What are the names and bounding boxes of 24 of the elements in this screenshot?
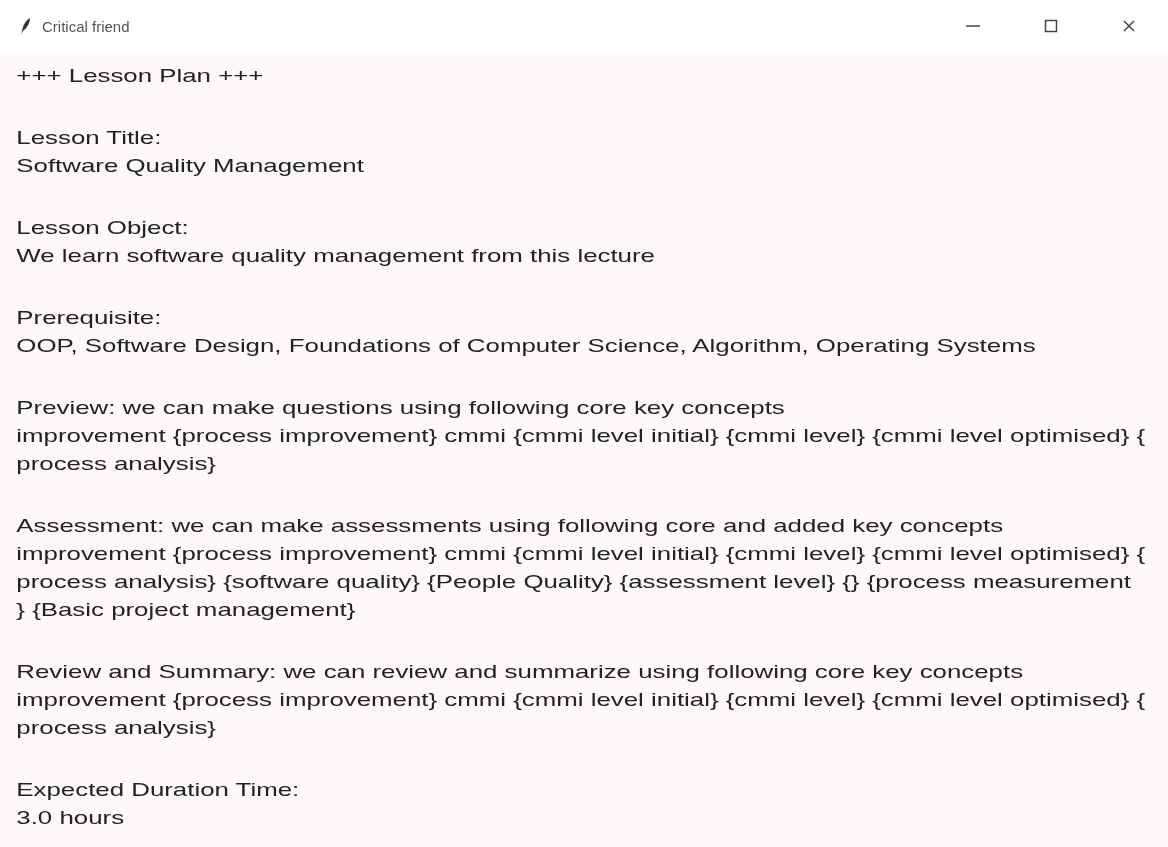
feather-icon (20, 17, 32, 35)
text-line: OOP, Software Design, Foundations of Computer Science, Algorithm, Operating Systems (16, 334, 1036, 358)
text-line: Assessment: we can make assessments using following core and added key concepts (16, 514, 1004, 538)
text-line: We learn software quality management from this lecture (16, 244, 655, 268)
text-line: Software Quality Management (16, 154, 364, 178)
text-line: process analysis} (16, 716, 216, 740)
minimize-icon (966, 25, 980, 27)
text-line: +++ Lesson Plan +++ (16, 64, 264, 88)
text-line: Expected Duration Time: (16, 778, 300, 802)
text-line: Prerequisite: (16, 306, 162, 330)
close-icon (1121, 18, 1137, 34)
text-line: improvement {process improvement} cmmi {cmmi level initial} {cmmi level} {cmmi level optimised} { (16, 542, 1146, 566)
text-line: 3.0 hours (16, 806, 125, 830)
text-line: Lesson Title: (16, 126, 162, 150)
text-line: improvement {process improvement} cmmi {cmmi level initial} {cmmi level} {cmmi level optimised} { (16, 688, 1146, 712)
maximize-icon (1043, 18, 1059, 34)
text-line: Lesson Object: (16, 216, 189, 240)
text-line: process analysis} {software quality} {People Quality} {assessment level} {} {process measurement (16, 570, 1131, 594)
window-title: Critical friend (42, 17, 131, 35)
text-line: improvement {process improvement} cmmi {cmmi level initial} {cmmi level} {cmmi level optimised} { (16, 424, 1146, 448)
text-line: Review and Summary: we can review and summarize using following core key concepts (16, 660, 1024, 684)
text-line: } {Basic project management} (16, 598, 356, 622)
text-line: Preview: we can make questions using following core key concepts (16, 396, 785, 420)
text-line: process analysis} (16, 452, 216, 476)
